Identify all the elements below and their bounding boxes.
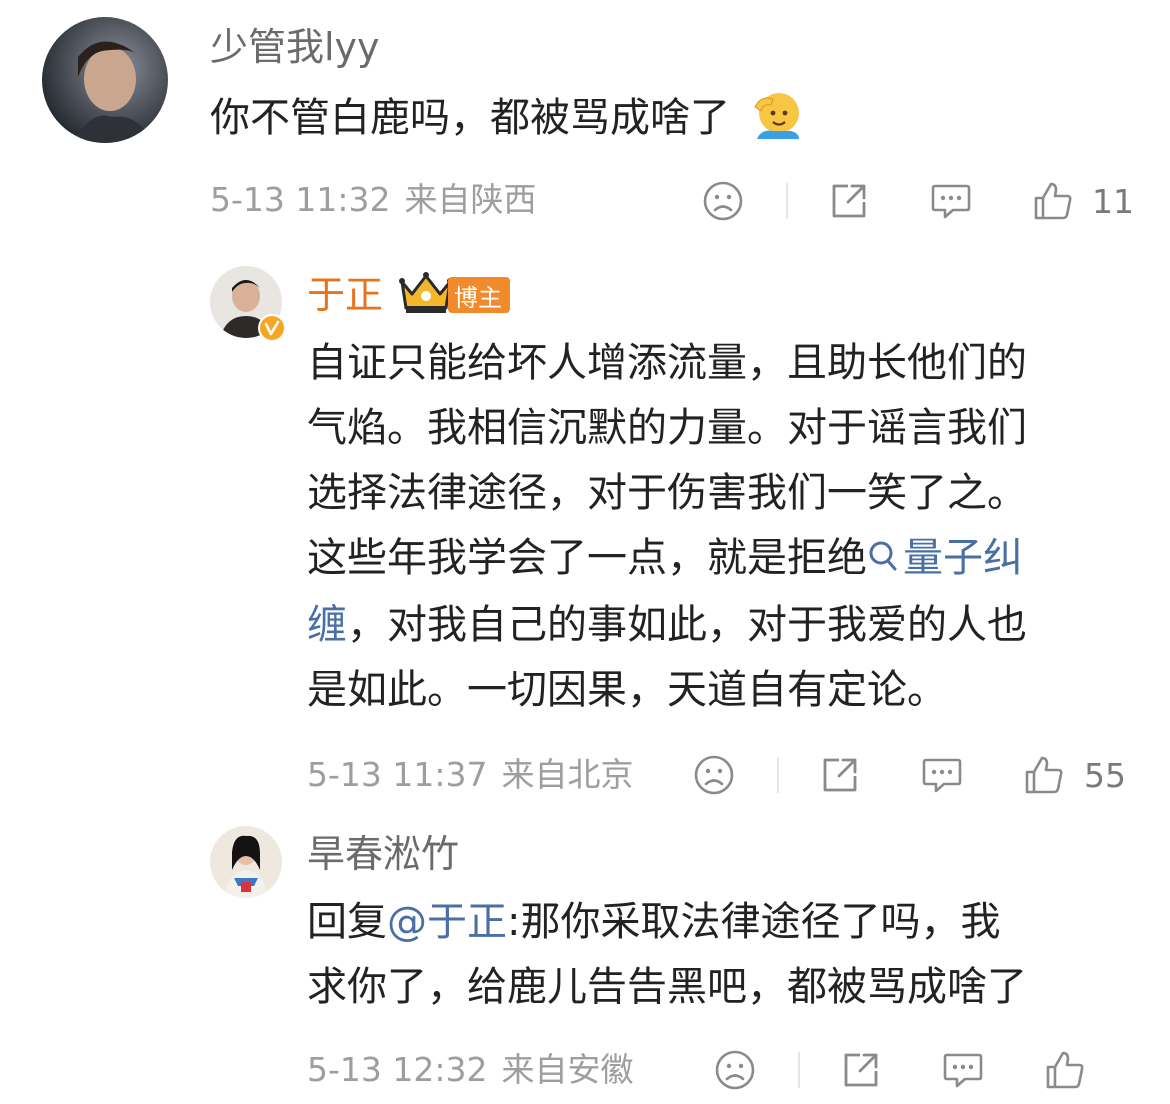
thumbs-up-icon — [1025, 756, 1063, 794]
comment-text: 自证只能给坏人增添流量，且助长他们的 气焰。我相信沉默的力量。对于谣言我们 选择… — [307, 331, 1127, 723]
reply-button[interactable] — [928, 178, 974, 224]
author-badge: 博主 — [448, 277, 510, 313]
timestamp: 5-13 11:32 — [210, 180, 391, 219]
dislike-button[interactable] — [700, 178, 746, 224]
comment-text: 你不管白鹿吗，都被骂成啥了 — [210, 86, 801, 159]
comment-line: 回复@于正:那你采取法律途径了吗，我 — [307, 890, 1127, 955]
comment-line: 缠，对我自己的事如此，对于我爱的人也 — [307, 593, 1127, 658]
avatar[interactable] — [210, 826, 282, 898]
reply-button[interactable] — [940, 1047, 986, 1093]
search-icon — [867, 528, 899, 593]
timestamp: 5-13 12:32 — [307, 1050, 488, 1089]
divider — [777, 757, 779, 793]
divider — [798, 1052, 800, 1088]
share-icon — [823, 758, 857, 792]
comment-line: 这些年我学会了一点，就是拒绝 量子纠 — [307, 526, 1127, 593]
reply-button[interactable] — [919, 752, 965, 798]
mention-link[interactable]: @于正 — [387, 899, 507, 945]
dislike-button[interactable] — [712, 1047, 758, 1093]
topic-link-text[interactable]: 缠 — [307, 602, 347, 648]
share-button[interactable] — [838, 1047, 884, 1093]
comment-line-text: 这些年我学会了一点，就是拒绝 — [307, 535, 867, 581]
salute-emoji-icon — [751, 87, 801, 159]
comment-meta: 5-13 12:32 来自安徽 — [307, 1053, 634, 1086]
comment-bubble-icon — [931, 184, 971, 219]
sad-face-icon — [715, 1050, 755, 1090]
dislike-button[interactable] — [691, 752, 737, 798]
timestamp: 5-13 11:37 — [307, 755, 488, 794]
like-button[interactable] — [1030, 178, 1076, 224]
comment-meta: 5-13 11:32 来自陕西 — [210, 183, 537, 216]
comment-line: 气焰。我相信沉默的力量。对于谣言我们 — [307, 405, 1027, 451]
location: 来自北京 — [501, 755, 634, 794]
comment-bubble-icon — [922, 758, 962, 793]
like-count: 55 — [1084, 756, 1126, 795]
share-button[interactable] — [817, 752, 863, 798]
comment-line-text: ，对我自己的事如此，对于我爱的人也 — [347, 602, 1027, 648]
like-button[interactable] — [1042, 1047, 1088, 1093]
username[interactable]: 少管我lyy — [210, 28, 380, 66]
comment-meta: 5-13 11:37 来自北京 — [307, 758, 634, 791]
username[interactable]: 于正 — [307, 276, 383, 314]
topic-link-text[interactable]: 量子纠 — [903, 535, 1023, 581]
share-button[interactable] — [826, 178, 872, 224]
like-button[interactable] — [1021, 752, 1067, 798]
divider — [786, 183, 788, 219]
sad-face-icon — [694, 755, 734, 795]
comment-line: 选择法律途径，对于伤害我们一笑了之。 — [307, 470, 1027, 516]
like-count: 11 — [1092, 182, 1134, 221]
verified-badge-icon — [258, 314, 286, 342]
comment-bubble-icon — [943, 1053, 983, 1088]
comment-line: 求你了，给鹿儿告告黑吧，都被骂成啥了 — [307, 964, 1027, 1010]
share-icon — [832, 184, 866, 218]
reply-prefix: 回复 — [307, 899, 387, 945]
comment-line: 自证只能给坏人增添流量，且助长他们的 — [307, 340, 1027, 386]
comment-text-content: 你不管白鹿吗，都被骂成啥了 — [210, 95, 730, 141]
share-icon — [844, 1053, 878, 1087]
topic-link[interactable]: 量子纠 — [867, 535, 1023, 581]
comment-line: 是如此。一切因果，天道自有定论。 — [307, 667, 947, 713]
location: 来自安徽 — [501, 1050, 634, 1089]
crown-icon — [398, 270, 454, 316]
avatar[interactable] — [42, 17, 168, 143]
comment-line-text: :那你采取法律途径了吗，我 — [507, 899, 1001, 945]
location: 来自陕西 — [404, 180, 537, 219]
sad-face-icon — [703, 181, 743, 221]
thumbs-up-icon — [1034, 182, 1072, 220]
username[interactable]: 旱春淞竹 — [307, 835, 459, 873]
thumbs-up-icon — [1046, 1051, 1084, 1089]
comment-text: 回复@于正:那你采取法律途径了吗，我 求你了，给鹿儿告告黑吧，都被骂成啥了 — [307, 890, 1127, 1020]
